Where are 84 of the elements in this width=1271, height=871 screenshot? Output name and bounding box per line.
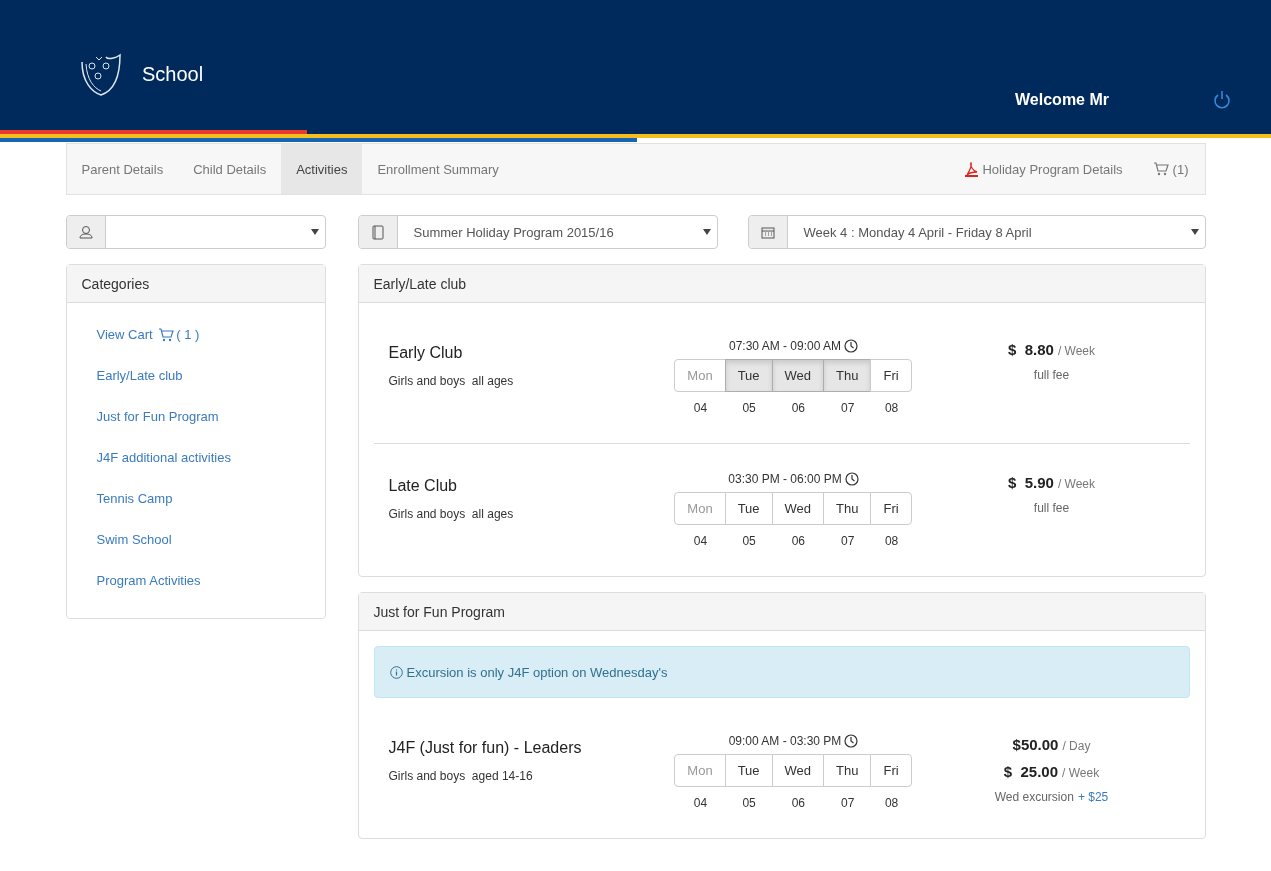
day-date: 04 [693, 534, 708, 548]
info-icon [389, 665, 403, 679]
day-date: 05 [742, 796, 756, 810]
price-unit: / Week [1062, 766, 1100, 780]
day-date: 05 [742, 401, 756, 415]
day-toggle[interactable]: Tue [724, 359, 773, 392]
day-date: 08 [884, 401, 899, 415]
notebook-icon [358, 216, 398, 248]
day-date: 07 [841, 534, 855, 548]
activity-name: Late Club [388, 477, 458, 495]
time-range: 03:30 PM - 06:00 PM [728, 472, 842, 486]
nav-tab[interactable]: Enrollment Summary [362, 144, 514, 194]
category-link[interactable]: Program Activities [96, 573, 295, 588]
audience-text: Girls and boys all ages [388, 374, 515, 388]
day-date: 06 [791, 401, 805, 415]
day-date: 08 [884, 534, 899, 548]
school-title: School [142, 62, 204, 86]
day-date: 04 [693, 796, 708, 810]
week-select[interactable]: Week 4 : Monday 4 April - Friday 8 April [747, 215, 1206, 249]
caret-icon [1190, 229, 1199, 235]
time-range: 07:30 AM - 09:00 AM [728, 339, 842, 353]
price-unit: / Day [1062, 739, 1091, 753]
day-date: 07 [841, 796, 855, 810]
day-toggle[interactable]: Wed [771, 359, 825, 392]
day-toggle[interactable]: Thu [823, 492, 872, 525]
caret-icon [702, 229, 711, 235]
day-toggle[interactable]: Fri [870, 492, 912, 525]
price-amount: $ 25.00 [1003, 763, 1059, 780]
day-date: 05 [742, 534, 756, 548]
cart-icon [158, 327, 175, 342]
day-date: 08 [884, 796, 899, 810]
program-details-link[interactable]: Holiday Program Details [965, 161, 1123, 177]
panel-title: Categories [81, 275, 150, 292]
welcome-text: Welcome Mr [1015, 91, 1109, 109]
clock-icon [844, 339, 859, 353]
power-icon[interactable] [1213, 90, 1231, 110]
calendar-icon [748, 216, 788, 248]
time-range: 09:00 AM - 03:30 PM [728, 734, 842, 748]
day-date: 06 [791, 796, 805, 810]
day-toggle[interactable]: Tue [724, 754, 773, 787]
person-icon [66, 216, 106, 248]
clock-icon [844, 472, 859, 486]
nav-tab[interactable]: Parent Details [66, 144, 179, 194]
fee-note: Wed excursion [994, 790, 1074, 804]
day-toggle[interactable]: Tue [724, 492, 773, 525]
panel-title: Just for Fun Program [373, 603, 505, 620]
day-date: 06 [791, 534, 805, 548]
activity-name: Early Club [388, 344, 464, 362]
view-cart-link[interactable]: View Cart ( 1 ) [96, 327, 295, 342]
day-date: 04 [693, 401, 708, 415]
category-link[interactable]: J4F additional activities [96, 450, 295, 465]
category-link[interactable]: Tennis Camp [96, 491, 295, 506]
price-amount: $ 8.80 [1008, 341, 1054, 358]
day-toggle[interactable]: Thu [823, 754, 872, 787]
category-link[interactable]: Swim School [96, 532, 295, 547]
clock-icon [844, 734, 859, 748]
audience-text: Girls and boys aged 14-16 [388, 769, 534, 783]
caret-icon [310, 229, 319, 235]
day-toggle[interactable]: Wed [771, 754, 825, 787]
nav-tab[interactable]: Activities [281, 144, 363, 194]
cart-link[interactable]: (1) [1152, 161, 1189, 177]
day-toggle[interactable]: Fri [870, 754, 912, 787]
fee-note: full fee [1033, 368, 1070, 382]
day-date: 07 [841, 401, 855, 415]
category-link[interactable]: Early/Late club [96, 368, 295, 383]
nav-tab[interactable]: Child Details [178, 144, 282, 194]
alert-text: Excursion is only J4F option on Wednesday's [406, 664, 668, 680]
price-amount: $ 5.90 [1008, 474, 1054, 491]
category-link[interactable]: Just for Fun Program [96, 409, 295, 424]
crest-logo [78, 52, 124, 96]
day-toggle[interactable]: Fri [870, 359, 912, 392]
program-select[interactable]: Summer Holiday Program 2015/16 [357, 215, 718, 249]
pdf-icon [965, 161, 979, 177]
audience-text: Girls and boys all ages [388, 507, 515, 521]
price-amount: $50.00 [1012, 736, 1059, 753]
fee-note: full fee [1033, 501, 1070, 515]
activity-name: J4F (Just for fun) - Leaders [388, 739, 583, 757]
price-unit: / Week [1057, 477, 1095, 491]
day-toggle[interactable]: Thu [823, 359, 872, 392]
panel-title: Early/Late club [373, 275, 467, 292]
excursion-link[interactable]: + $25 [1077, 790, 1109, 804]
day-toggle[interactable]: Wed [771, 492, 825, 525]
price-unit: / Week [1057, 344, 1095, 358]
cart-icon [1152, 162, 1169, 176]
